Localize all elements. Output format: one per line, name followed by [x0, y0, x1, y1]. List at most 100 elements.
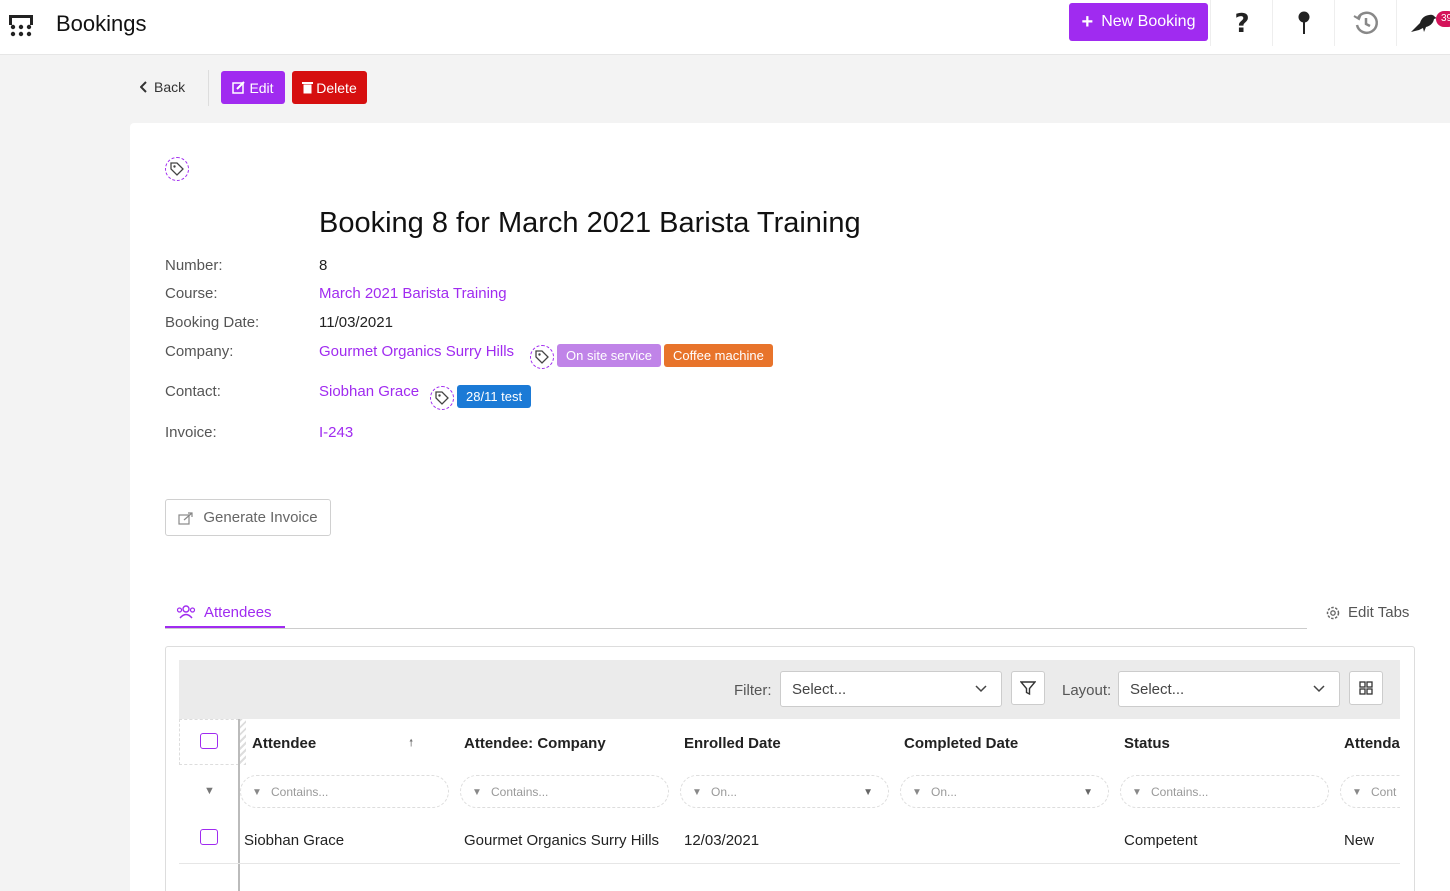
column-header-enrolled-date[interactable]: Enrolled Date — [684, 735, 781, 752]
edit-tabs-button[interactable]: Edit Tabs — [1325, 604, 1409, 621]
company-tag-button[interactable] — [530, 345, 554, 369]
cell-attendance: New — [1344, 832, 1375, 849]
filter-label: Filter: — [734, 682, 772, 699]
number-label: Number: — [165, 257, 223, 274]
pin-button[interactable] — [1272, 0, 1334, 46]
tag-icon — [435, 391, 449, 405]
chevron-down-icon — [975, 685, 987, 693]
tag-icon — [535, 350, 549, 364]
notification-count-badge: 39 — [1436, 11, 1450, 27]
cell-company: Gourmet Organics Surry Hills — [464, 832, 660, 849]
layout-label: Layout: — [1062, 682, 1112, 699]
column-filter-placeholder: Contains... — [1151, 785, 1209, 799]
layout-options-button[interactable] — [1349, 671, 1383, 705]
plus-icon: + — [1081, 11, 1094, 33]
company-tag-chip[interactable]: Coffee machine — [664, 344, 773, 367]
course-label: Course: — [165, 285, 218, 302]
cell-enrolled-date: 12/03/2021 — [684, 832, 760, 849]
layout-select[interactable]: Select... — [1118, 671, 1340, 707]
column-header-attendee[interactable]: Attendee — [252, 735, 316, 752]
svg-text:?: ? — [1234, 10, 1249, 36]
invoice-label: Invoice: — [165, 424, 217, 441]
invoice-link[interactable]: I-243 — [319, 424, 353, 441]
tag-icon — [170, 162, 184, 176]
column-filter-completed-date[interactable]: ▼ On... ▼ — [900, 775, 1109, 808]
number-value: 8 — [319, 257, 328, 274]
company-label: Company: — [165, 343, 234, 360]
column-header-attendance[interactable]: Attenda — [1344, 735, 1400, 752]
generate-invoice-button[interactable]: Generate Invoice — [165, 499, 331, 536]
layout-select-value: Select... — [1130, 681, 1185, 698]
column-filter-placeholder: On... — [931, 785, 958, 799]
contact-label: Contact: — [165, 383, 221, 400]
filter-select-value: Select... — [792, 681, 847, 698]
bird-icon — [1410, 14, 1437, 32]
top-bar: Bookings + New Booking ? 39 — [0, 0, 1450, 55]
chevron-down-icon: ▼ — [1083, 787, 1093, 798]
tab-attendees-label: Attendees — [204, 603, 272, 621]
generate-invoice-label: Generate Invoice — [203, 509, 318, 526]
row-checkbox[interactable] — [200, 829, 218, 845]
column-header-company[interactable]: Attendee: Company — [464, 735, 606, 752]
chevron-left-icon — [140, 81, 147, 93]
edit-label: Edit — [249, 79, 274, 96]
apply-filter-button[interactable] — [1011, 671, 1045, 705]
contact-link[interactable]: Siobhan Grace — [319, 383, 419, 400]
sort-ascending-icon[interactable]: 🠕 — [409, 736, 413, 753]
funnel-icon — [1020, 681, 1036, 696]
tab-bar-divider — [165, 628, 1307, 629]
contact-tag-chip[interactable]: 28/11 test — [457, 385, 532, 408]
history-icon — [1352, 11, 1378, 35]
funnel-icon: ▼ — [692, 787, 702, 798]
layout-grid-icon — [1359, 681, 1373, 695]
gear-icon — [1326, 606, 1340, 619]
toolbar-divider — [208, 70, 209, 106]
app-menu-icon[interactable] — [8, 14, 34, 38]
company-link[interactable]: Gourmet Organics Surry Hills — [319, 343, 514, 360]
trash-icon — [302, 82, 314, 94]
history-button[interactable] — [1334, 0, 1396, 46]
column-filter-placeholder: Cont — [1371, 785, 1397, 799]
funnel-icon: ▼ — [912, 787, 922, 798]
row-filter-icon: ▼ — [204, 785, 215, 797]
edit-button[interactable]: Edit — [221, 71, 285, 104]
column-header-status[interactable]: Status — [1124, 735, 1170, 752]
record-tag-button[interactable] — [165, 157, 189, 181]
company-tag-chip[interactable]: On site service — [557, 344, 661, 367]
column-filter-attendance[interactable]: ▼ Cont — [1340, 775, 1400, 808]
cell-attendee[interactable]: Siobhan Grace — [244, 832, 344, 849]
column-filter-placeholder: Contains... — [491, 785, 549, 799]
select-all-checkbox[interactable] — [200, 733, 218, 749]
share-icon — [178, 511, 193, 525]
new-booking-button[interactable]: + New Booking — [1069, 3, 1208, 41]
delete-label: Delete — [316, 79, 357, 96]
column-header-completed-date[interactable]: Completed Date — [904, 735, 1018, 752]
column-filter-placeholder: Contains... — [271, 785, 329, 799]
column-filter-status[interactable]: ▼ Contains... — [1120, 775, 1329, 808]
help-button[interactable]: ? — [1210, 0, 1272, 46]
column-filter-company[interactable]: ▼ Contains... — [460, 775, 669, 808]
record-title: Booking 8 for March 2021 Barista Trainin… — [319, 207, 861, 239]
filter-select[interactable]: Select... — [780, 671, 1002, 707]
back-label: Back — [154, 79, 186, 95]
column-resize-handle[interactable] — [240, 719, 246, 765]
course-link[interactable]: March 2021 Barista Training — [319, 285, 507, 302]
back-link[interactable]: Back — [140, 79, 185, 95]
delete-button[interactable]: Delete — [292, 71, 367, 104]
booking-date-value: 11/03/2021 — [319, 314, 393, 331]
chevron-down-icon — [1313, 685, 1325, 693]
booking-date-label: Booking Date: — [165, 314, 260, 331]
column-filter-placeholder: On... — [711, 785, 738, 799]
new-booking-label: New Booking — [1101, 13, 1196, 30]
chevron-down-icon: ▼ — [863, 787, 873, 798]
column-filter-enrolled-date[interactable]: ▼ On... ▼ — [680, 775, 889, 808]
funnel-icon: ▼ — [1132, 787, 1142, 798]
edit-icon — [232, 81, 246, 94]
help-icon: ? — [1234, 10, 1249, 36]
users-icon — [176, 605, 196, 619]
funnel-icon: ▼ — [1352, 787, 1362, 798]
column-filter-attendee[interactable]: ▼ Contains... — [240, 775, 449, 808]
contact-tag-button[interactable] — [430, 386, 454, 410]
row-divider — [179, 863, 1400, 864]
tab-attendees[interactable]: Attendees — [165, 598, 285, 628]
